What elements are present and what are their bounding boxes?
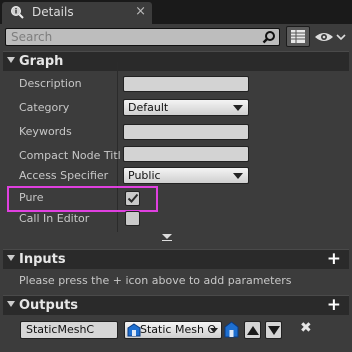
- category-dropdown[interactable]: Default: [123, 99, 249, 116]
- delete-output-button[interactable]: ✖: [300, 320, 312, 336]
- chevron-down-icon: [210, 328, 218, 333]
- compact-node-title-row: Compact Node Title: [3, 146, 349, 166]
- access-specifier-value: Public: [128, 169, 161, 182]
- description-field[interactable]: [123, 76, 249, 92]
- chevron-down-icon: [233, 173, 243, 179]
- output-name-value: StaticMeshC: [26, 323, 95, 336]
- output-name-field[interactable]: StaticMeshC: [20, 321, 118, 339]
- collapse-arrow-icon: [7, 255, 15, 261]
- search-input[interactable]: Search: [5, 28, 280, 46]
- graph-category-title: Graph: [19, 54, 64, 69]
- chevron-down-icon: [233, 105, 243, 111]
- description-label: Description: [19, 77, 82, 90]
- arrow-down-icon: [268, 326, 280, 335]
- container-type-icon[interactable]: [224, 321, 239, 338]
- compact-node-title-field[interactable]: [123, 146, 249, 162]
- inputs-hint-text: Please press the + icon above to add par…: [19, 274, 292, 287]
- call-in-editor-label: Call In Editor: [19, 212, 90, 225]
- access-specifier-label: Access Specifier: [19, 169, 109, 182]
- advanced-expand-icon[interactable]: [162, 234, 172, 239]
- collapse-arrow-icon: [7, 301, 15, 307]
- call-in-editor-row: Call In Editor: [3, 209, 349, 229]
- inputs-category-title: Inputs: [19, 252, 66, 267]
- details-tab[interactable]: Details ×: [2, 2, 152, 24]
- output-type-dropdown[interactable]: Static Mesh O: [124, 321, 222, 339]
- advanced-expand-line: [162, 240, 172, 241]
- pure-row: Pure: [3, 188, 349, 208]
- call-in-editor-checkbox[interactable]: [125, 211, 140, 226]
- keywords-row: Keywords: [3, 122, 349, 142]
- description-row: Description: [3, 74, 349, 94]
- collapse-arrow-icon: [7, 57, 15, 63]
- output-type-value: Static Mesh O: [140, 323, 217, 336]
- grid-icon: [291, 30, 305, 43]
- category-label: Category: [19, 101, 70, 114]
- pure-label: Pure: [19, 191, 44, 204]
- magnifier-info-icon: [11, 6, 24, 19]
- arrow-up-icon: [247, 326, 259, 335]
- search-icon[interactable]: [262, 30, 276, 44]
- move-down-button[interactable]: [265, 321, 282, 339]
- tab-title: Details: [32, 5, 74, 19]
- keywords-field[interactable]: [123, 124, 249, 140]
- add-input-button[interactable]: +: [327, 251, 341, 268]
- graph-category-header[interactable]: Graph: [3, 51, 349, 71]
- outputs-category-header[interactable]: Outputs +: [3, 295, 349, 315]
- property-matrix-button[interactable]: [286, 26, 310, 47]
- search-placeholder: Search: [11, 30, 53, 44]
- checkmark-icon: [127, 193, 139, 203]
- access-specifier-row: Access Specifier Public: [3, 166, 349, 186]
- eye-icon: [315, 33, 346, 41]
- tab-bar: Details ×: [0, 0, 352, 24]
- inputs-category-header[interactable]: Inputs +: [3, 249, 349, 269]
- close-tab-button[interactable]: ×: [135, 4, 146, 19]
- view-options-button[interactable]: [314, 29, 346, 45]
- category-row: Category Default: [3, 98, 349, 118]
- add-output-button[interactable]: +: [327, 297, 341, 314]
- details-toolbar: Search: [0, 24, 352, 48]
- outputs-category-title: Outputs: [19, 298, 79, 313]
- object-reference-icon: [127, 323, 141, 337]
- move-up-button[interactable]: [244, 321, 261, 339]
- compact-node-title-label: Compact Node Title: [19, 149, 121, 162]
- access-specifier-dropdown[interactable]: Public: [123, 167, 249, 184]
- category-value: Default: [128, 101, 169, 114]
- keywords-label: Keywords: [19, 125, 72, 138]
- pure-checkbox[interactable]: [125, 191, 140, 206]
